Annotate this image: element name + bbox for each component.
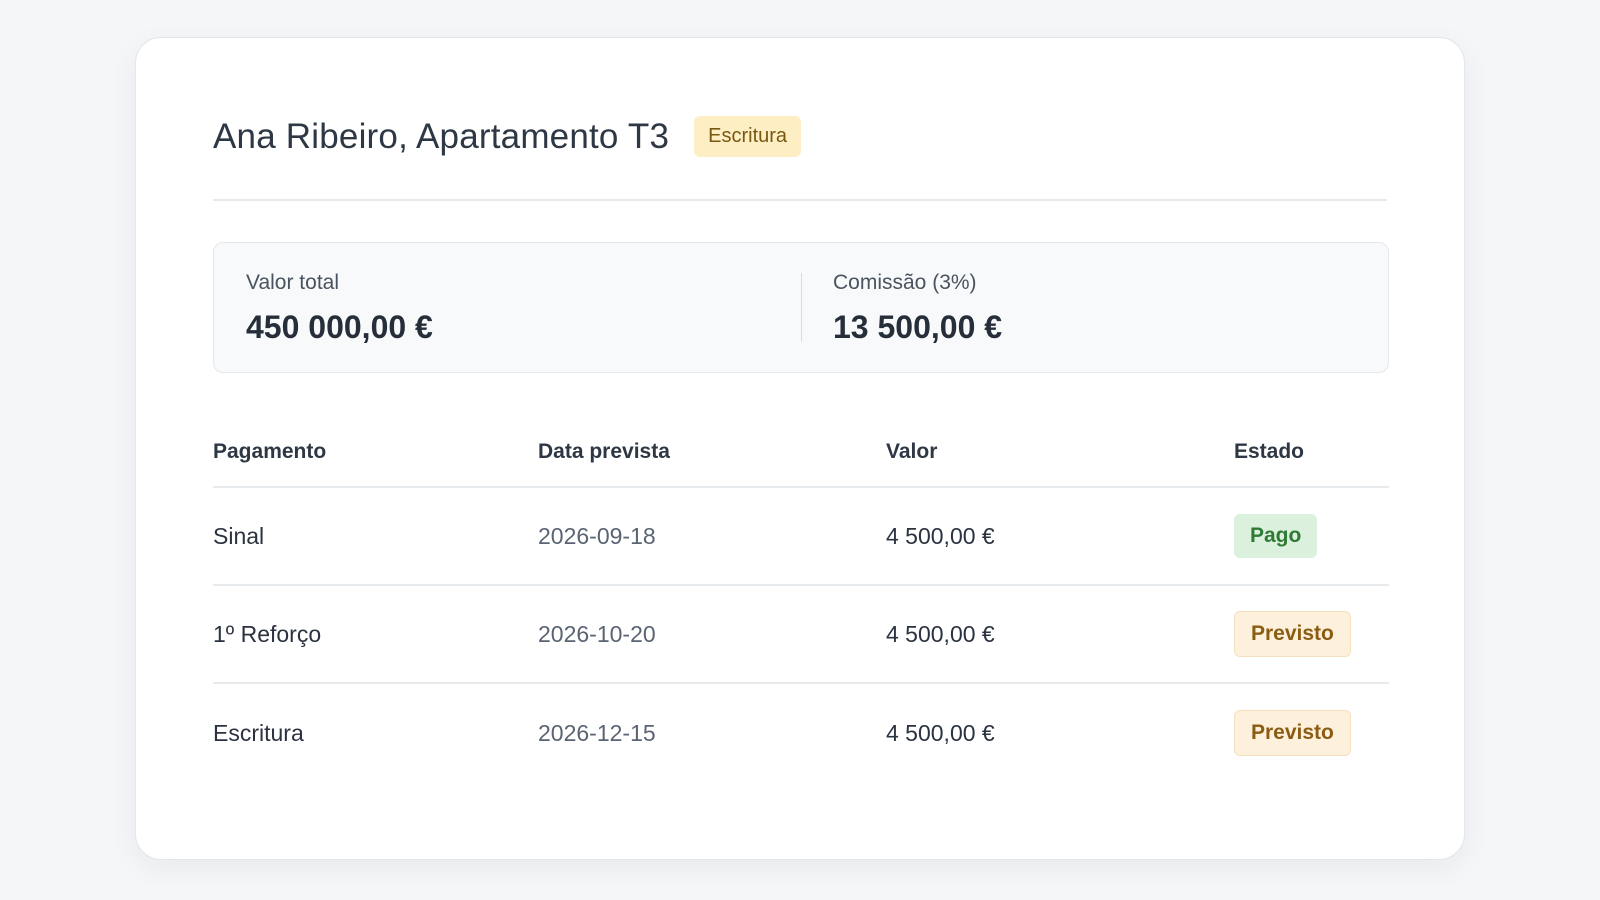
header-date: Data prevista: [538, 440, 670, 463]
commission-amount: 13 500,00 €: [833, 309, 1003, 345]
total-value-amount: 450 000,00 €: [246, 309, 433, 345]
header-divider: [213, 199, 1387, 201]
total-value-cell: Valor total 450 000,00 €: [214, 243, 801, 372]
payment-value: 4 500,00 €: [886, 620, 995, 647]
deal-title: Ana Ribeiro, Apartamento T3: [213, 116, 670, 156]
table-row: Sinal 2026-09-18 4 500,00 € Pago: [213, 488, 1389, 586]
payment-name: Escritura: [213, 719, 304, 746]
commission-label: Comissão (3%): [833, 271, 977, 294]
payment-status-cell: Previsto: [1234, 611, 1389, 657]
header-payment: Pagamento: [213, 440, 327, 463]
payment-date: 2026-12-15: [538, 719, 656, 746]
table-row: 1º Reforço 2026-10-20 4 500,00 € Previst…: [213, 586, 1389, 684]
header-status: Estado: [1234, 440, 1305, 463]
status-badge: Pago: [1234, 514, 1318, 558]
payment-value: 4 500,00 €: [886, 719, 995, 746]
commission-cell: Comissão (3%) 13 500,00 €: [801, 243, 1388, 372]
payment-date: 2026-09-18: [538, 522, 656, 549]
payment-name: 1º Reforço: [213, 620, 322, 647]
payments-table: Pagamento Data prevista Valor Estado Sin…: [213, 418, 1389, 782]
payment-name: Sinal: [213, 522, 265, 549]
header-value: Valor: [886, 440, 938, 463]
deal-card: Ana Ribeiro, Apartamento T3 Escritura Va…: [135, 37, 1465, 860]
status-badge: Previsto: [1234, 611, 1351, 657]
payment-status-cell: Previsto: [1234, 710, 1389, 756]
payment-status-cell: Pago: [1234, 514, 1389, 558]
payment-date: 2026-10-20: [538, 620, 656, 647]
deal-header: Ana Ribeiro, Apartamento T3 Escritura: [213, 116, 802, 157]
total-value-label: Valor total: [246, 271, 339, 294]
stage-badge: Escritura: [694, 116, 802, 157]
status-badge: Previsto: [1234, 710, 1351, 756]
payment-value: 4 500,00 €: [886, 522, 995, 549]
summary-panel: Valor total 450 000,00 € Comissão (3%) 1…: [213, 242, 1389, 373]
table-row: Escritura 2026-12-15 4 500,00 € Previsto: [213, 684, 1389, 782]
table-header-row: Pagamento Data prevista Valor Estado: [213, 418, 1389, 488]
